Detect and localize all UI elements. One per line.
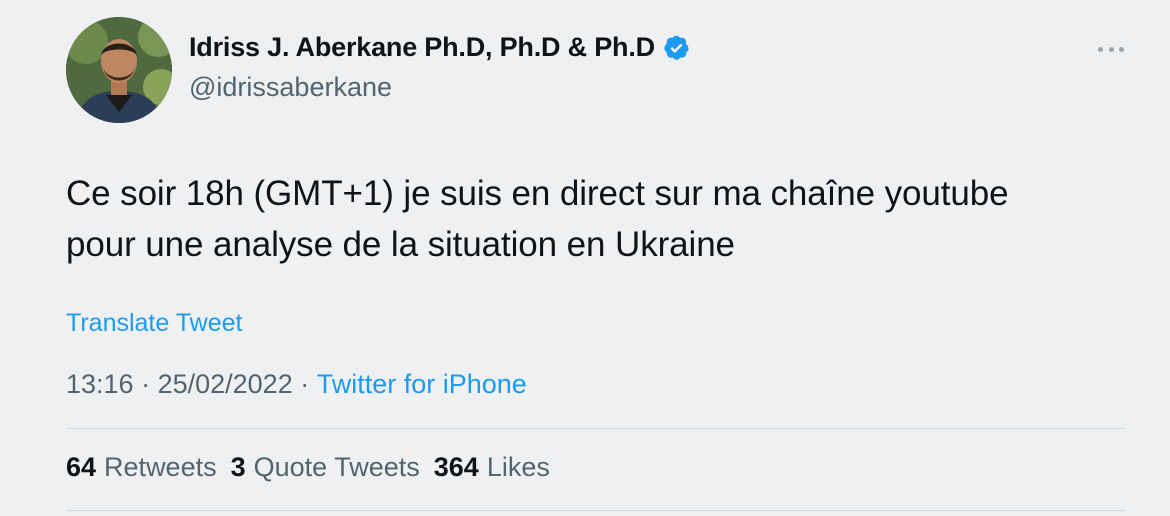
meta-separator: · — [292, 369, 317, 399]
avatar[interactable] — [66, 17, 172, 123]
more-horizontal-icon[interactable] — [1098, 42, 1124, 56]
more-dot — [1108, 46, 1114, 52]
tweet-text: Ce soir 18h (GMT+1) je suis en direct su… — [66, 174, 1009, 264]
tweet-source-link[interactable]: Twitter for iPhone — [317, 369, 527, 400]
retweets-stat[interactable]: 64 Retweets — [66, 452, 217, 483]
tweet-meta: 13:16 · 25/02/2022 · Twitter for iPhone — [66, 369, 527, 400]
author-handle[interactable]: @idrissaberkane — [189, 72, 392, 103]
tweet-card: Idriss J. Aberkane Ph.D, Ph.D & Ph.D @id… — [0, 0, 1170, 516]
translate-tweet-link[interactable]: Translate Tweet — [66, 309, 242, 338]
tweet-date[interactable]: 25/02/2022 — [158, 369, 293, 400]
more-dot — [1119, 46, 1124, 52]
meta-separator: · — [133, 369, 158, 399]
author-name-row[interactable]: Idriss J. Aberkane Ph.D, Ph.D & Ph.D — [189, 32, 690, 63]
quote-tweets-label: Quote Tweets — [253, 452, 420, 482]
tweet-time[interactable]: 13:16 — [66, 369, 134, 400]
more-dot — [1098, 46, 1103, 52]
engagement-stats: 64 Retweets 3 Quote Tweets 364 Likes — [66, 452, 550, 483]
likes-stat[interactable]: 364 Likes — [434, 452, 550, 483]
verified-badge-icon — [663, 34, 690, 61]
retweets-count: 64 — [66, 452, 97, 482]
divider — [66, 510, 1126, 511]
likes-count: 364 — [433, 452, 479, 482]
author-name[interactable]: Idriss J. Aberkane Ph.D, Ph.D & Ph.D — [189, 32, 655, 63]
likes-label: Likes — [486, 452, 550, 482]
quote-tweets-count: 3 — [230, 452, 246, 482]
divider — [66, 428, 1126, 429]
avatar-image — [66, 17, 172, 123]
retweets-label: Retweets — [104, 452, 217, 482]
quote-tweets-stat[interactable]: 3 Quote Tweets — [231, 452, 420, 483]
